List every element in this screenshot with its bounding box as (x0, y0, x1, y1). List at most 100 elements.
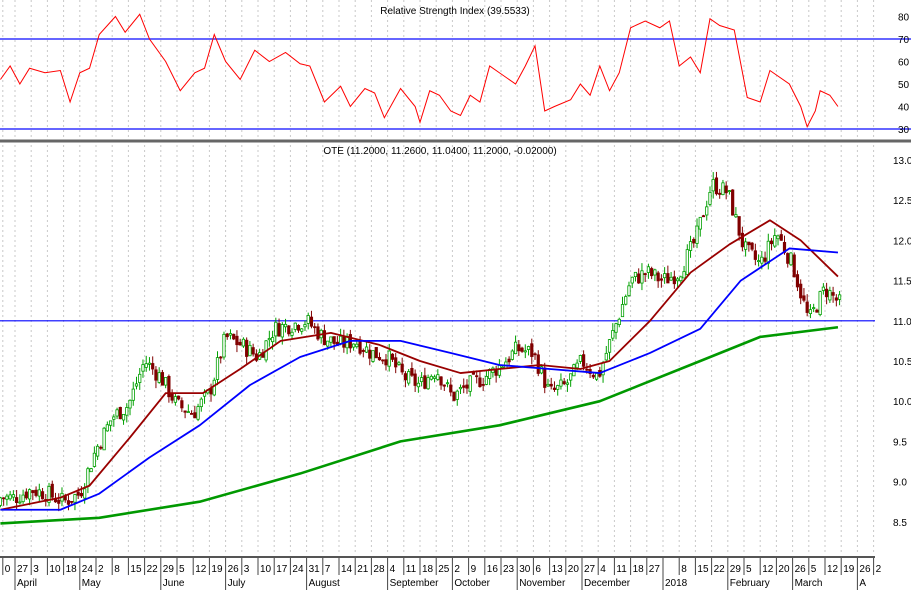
week-tick-label: 18 (66, 564, 78, 575)
candle (549, 377, 553, 390)
candle-body (303, 324, 307, 328)
rsi-y-tick-label: 40 (898, 103, 910, 114)
candle (656, 270, 660, 288)
candle-body (180, 400, 184, 409)
candle (491, 366, 495, 378)
candle-body (724, 185, 728, 194)
month-label: 2018 (665, 578, 688, 589)
candle (397, 360, 401, 366)
candle (429, 374, 433, 381)
candle (394, 353, 398, 374)
candle (481, 377, 485, 392)
price-title: OTE (11.2000, 11.2600, 11.0400, 11.2000,… (323, 146, 556, 157)
week-tick-label: 5 (746, 564, 752, 575)
month-label: April (17, 578, 37, 589)
candle-body (125, 407, 129, 416)
candle-body (277, 323, 281, 337)
candle (170, 389, 174, 404)
candle (157, 367, 161, 384)
candle-body (552, 387, 557, 390)
candle-body (377, 356, 382, 361)
candle-body (293, 322, 297, 330)
chart-canvas: Relative Strength Index (39.5533) 807060… (0, 0, 911, 590)
candle (711, 172, 715, 199)
price-y-tick-label: 12.0 (893, 236, 911, 247)
candle (708, 186, 712, 207)
candle-body (455, 390, 459, 400)
candle-body (734, 214, 738, 218)
candle-body (219, 356, 223, 359)
candle (0, 496, 3, 508)
month-label: September (390, 578, 440, 589)
candle (494, 365, 498, 383)
candle-body (562, 381, 566, 385)
week-tick-label: 22 (714, 564, 726, 575)
candle (834, 294, 838, 307)
candle (604, 345, 608, 361)
candle (776, 234, 780, 246)
week-tick-label: 19 (211, 564, 223, 575)
candle-body (186, 411, 190, 414)
candle-body (763, 257, 767, 262)
candle (750, 241, 754, 252)
candle (238, 338, 242, 346)
candle-body (413, 373, 417, 386)
week-tick-label: 14 (341, 564, 353, 575)
candle (572, 363, 576, 377)
month-label: June (163, 578, 185, 589)
candle-body (390, 353, 395, 360)
candle (633, 271, 638, 282)
candle-body (105, 424, 109, 432)
candle-body (536, 354, 540, 374)
candle-body (594, 372, 599, 380)
price-y-tick-label: 8.5 (893, 518, 907, 529)
candle (523, 344, 527, 359)
candle-body (371, 350, 375, 362)
candle-body (698, 216, 702, 230)
candle-body (582, 354, 586, 367)
candle (802, 288, 806, 303)
candle (413, 369, 417, 392)
candle-body (66, 500, 71, 505)
candle (374, 347, 378, 359)
candle-body (189, 413, 194, 415)
candle (8, 490, 12, 501)
candle (177, 395, 181, 401)
candle-body (24, 491, 28, 499)
candle-body (708, 192, 712, 205)
candle (536, 350, 540, 377)
candle-body (617, 318, 621, 326)
candle-body (481, 384, 485, 386)
candle (423, 367, 427, 390)
candle (189, 410, 194, 415)
candle-body (381, 359, 385, 362)
candle-body (21, 494, 25, 503)
week-tick-label: 18 (633, 564, 645, 575)
candle-body (520, 347, 524, 352)
candle (296, 324, 301, 333)
candle (403, 371, 408, 388)
candle (313, 322, 317, 334)
candle-body (232, 333, 236, 340)
candle-body (397, 362, 401, 365)
candle (789, 252, 793, 267)
candle (89, 467, 93, 473)
candle-body (170, 393, 174, 401)
candle-body (384, 359, 388, 366)
month-label: October (454, 578, 490, 589)
candle (219, 355, 223, 364)
candle-body (452, 391, 456, 401)
candle (118, 406, 122, 420)
candle (543, 362, 547, 394)
stock-chart: Relative Strength Index (39.5533) 80 70 60… (0, 0, 911, 590)
candle (34, 486, 38, 498)
month-label: December (584, 578, 631, 589)
candle (439, 376, 443, 390)
candle (565, 379, 570, 392)
candle-body (682, 271, 686, 279)
candle-body (183, 410, 187, 413)
month-label: February (730, 578, 770, 589)
candle-body (432, 376, 437, 379)
candle (465, 379, 469, 394)
candle (235, 330, 239, 353)
